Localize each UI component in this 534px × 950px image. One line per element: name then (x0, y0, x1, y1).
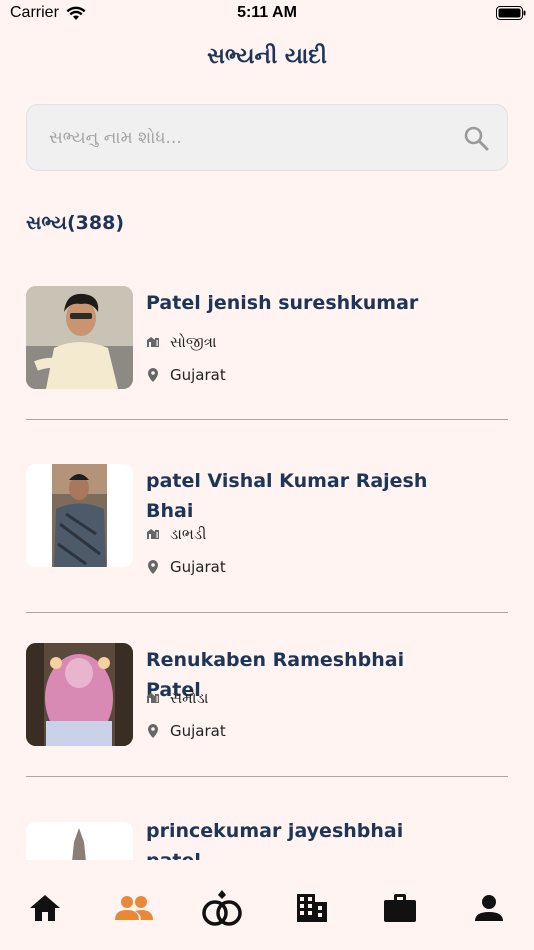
profile-icon (475, 894, 503, 926)
search-icon[interactable] (463, 125, 489, 155)
tab-home[interactable] (25, 890, 65, 930)
clock: 5:11 AM (237, 4, 297, 21)
member-count: સભ્ય(388) (26, 212, 125, 234)
state-name: Gujarat (170, 722, 226, 740)
member-village: ડાભડી (146, 524, 206, 544)
tab-profile[interactable] (469, 890, 509, 930)
bottom-tab-bar (0, 860, 534, 950)
member-location: Gujarat (146, 365, 226, 385)
member-card[interactable]: Renukaben Rameshbhai Patel સમોડા Gujarat (26, 643, 508, 753)
member-name: princekumar jayeshbhai patel (146, 820, 404, 860)
member-card[interactable]: Patel jenish sureshkumar સોજીત્રા Gujara… (26, 286, 508, 396)
battery-icon (496, 6, 526, 25)
village-name: સોજીત્રા (170, 333, 217, 351)
status-bar: Carrier 5:11 AM (0, 0, 534, 30)
village-icon (146, 334, 162, 350)
tab-members[interactable] (114, 890, 154, 930)
member-photo (26, 286, 133, 389)
member-location: Gujarat (146, 557, 226, 577)
member-name: Patel jenish sureshkumar (146, 292, 419, 314)
page-title: સભ્યની યાદી (207, 44, 327, 69)
village-icon (146, 690, 162, 706)
location-pin-icon (146, 723, 162, 739)
village-name: સમોડા (170, 689, 209, 707)
member-village: સમોડા (146, 688, 208, 708)
search-input[interactable] (49, 105, 449, 170)
divider (26, 612, 508, 613)
village-name: ડાભડી (170, 525, 207, 543)
member-photo (26, 822, 133, 860)
member-location: Gujarat (146, 721, 226, 741)
divider (26, 419, 508, 420)
rings-icon (201, 889, 243, 931)
member-photo (26, 464, 133, 567)
search-box[interactable] (26, 104, 508, 171)
village-icon (146, 526, 162, 542)
tab-matrimony[interactable] (202, 890, 242, 930)
state-name: Gujarat (170, 558, 226, 576)
member-list[interactable]: Patel jenish sureshkumar સોજીત્રા Gujara… (0, 250, 534, 860)
building-icon (296, 893, 328, 927)
state-name: Gujarat (170, 366, 226, 384)
member-name: patel Vishal Kumar Rajesh Bhai (146, 470, 428, 522)
location-pin-icon (146, 367, 162, 383)
location-pin-icon (146, 559, 162, 575)
home-icon (29, 894, 61, 926)
member-photo (26, 643, 133, 746)
briefcase-icon (383, 893, 417, 927)
members-icon (115, 895, 153, 925)
tab-jobs[interactable] (380, 890, 420, 930)
member-village: સોજીત્રા (146, 332, 217, 352)
divider (26, 776, 508, 777)
member-card[interactable]: patel Vishal Kumar Rajesh Bhai ડાભડી Guj… (26, 464, 508, 577)
tab-business[interactable] (292, 890, 332, 930)
member-card[interactable]: princekumar jayeshbhai patel (26, 814, 508, 860)
